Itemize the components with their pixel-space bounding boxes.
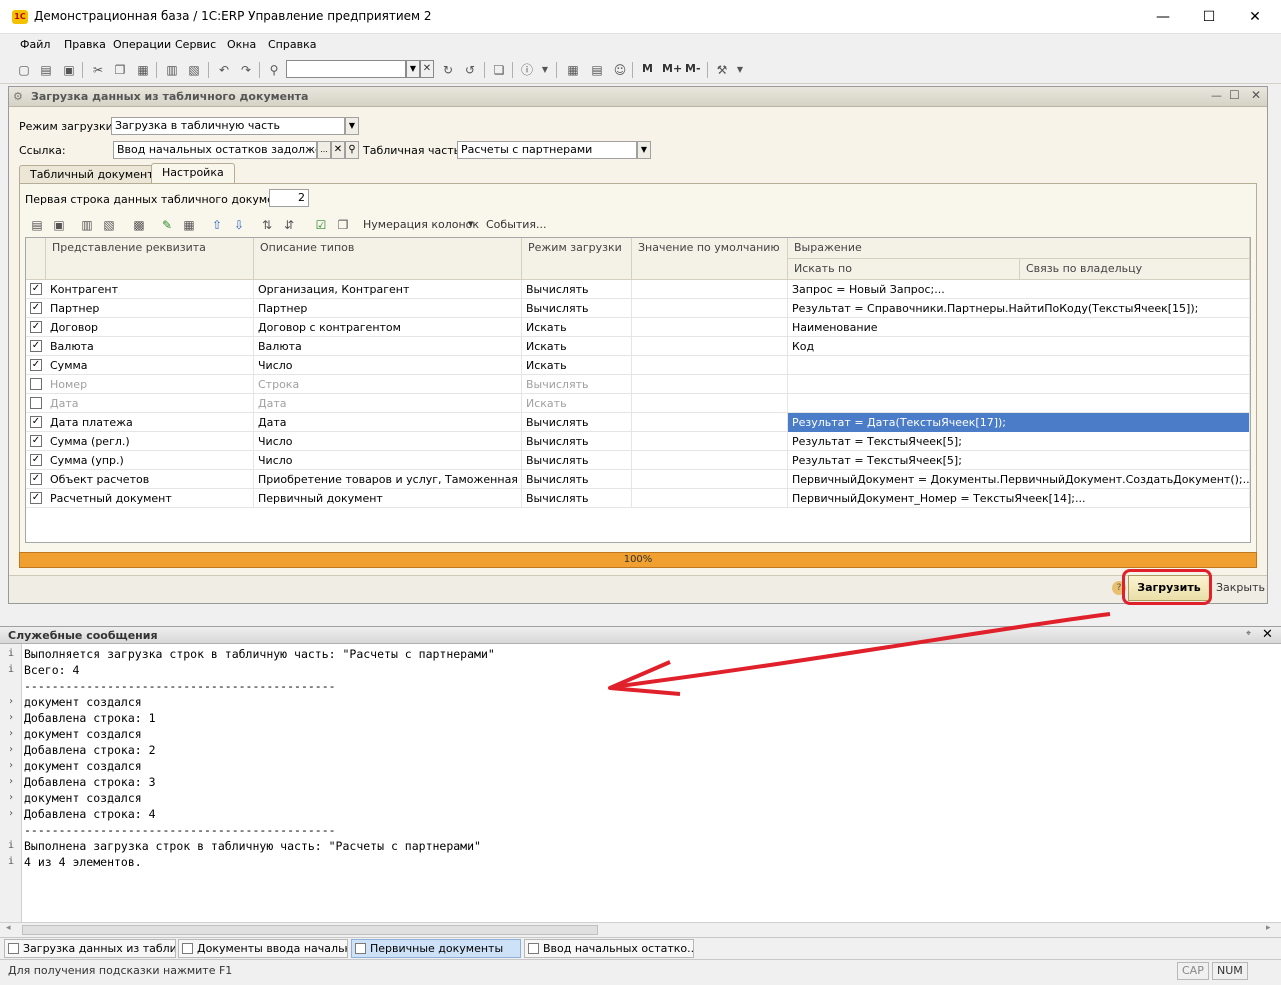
scroll-right-icon[interactable]: ▸ <box>1266 923 1271 933</box>
window-icon <box>355 943 366 954</box>
caps-indicator: CAP <box>1177 962 1209 980</box>
task-label: Первичные документы <box>370 942 504 955</box>
task-label: Загрузка данных из таблич... <box>23 942 175 955</box>
num-indicator: NUM <box>1212 962 1248 980</box>
task-item[interactable]: Документы ввода начальн... <box>178 939 348 958</box>
task-item[interactable]: Ввод начальных остатко...:23 <box>524 939 694 958</box>
arrow-line <box>611 612 1111 689</box>
window-icon <box>528 943 539 954</box>
status-hint: Для получения подсказки нажмите F1 <box>8 964 233 977</box>
scrollbar-thumb[interactable] <box>22 925 598 935</box>
task-label: Документы ввода начальн... <box>197 942 348 955</box>
scroll-left-icon[interactable]: ◂ <box>6 923 11 933</box>
task-label: Ввод начальных остатко...:23 <box>543 942 694 955</box>
window-icon <box>182 943 193 954</box>
window-icon <box>8 943 19 954</box>
task-item-active[interactable]: Первичные документы <box>351 939 521 958</box>
status-bar: Для получения подсказки нажмите F1 CAP N… <box>0 959 1281 985</box>
horizontal-scrollbar[interactable]: ◂ ▸ <box>0 922 1281 936</box>
task-item[interactable]: Загрузка данных из таблич... <box>4 939 176 958</box>
annotation-arrow <box>608 612 1111 696</box>
window-taskbar: Загрузка данных из таблич... Документы в… <box>0 937 1281 959</box>
